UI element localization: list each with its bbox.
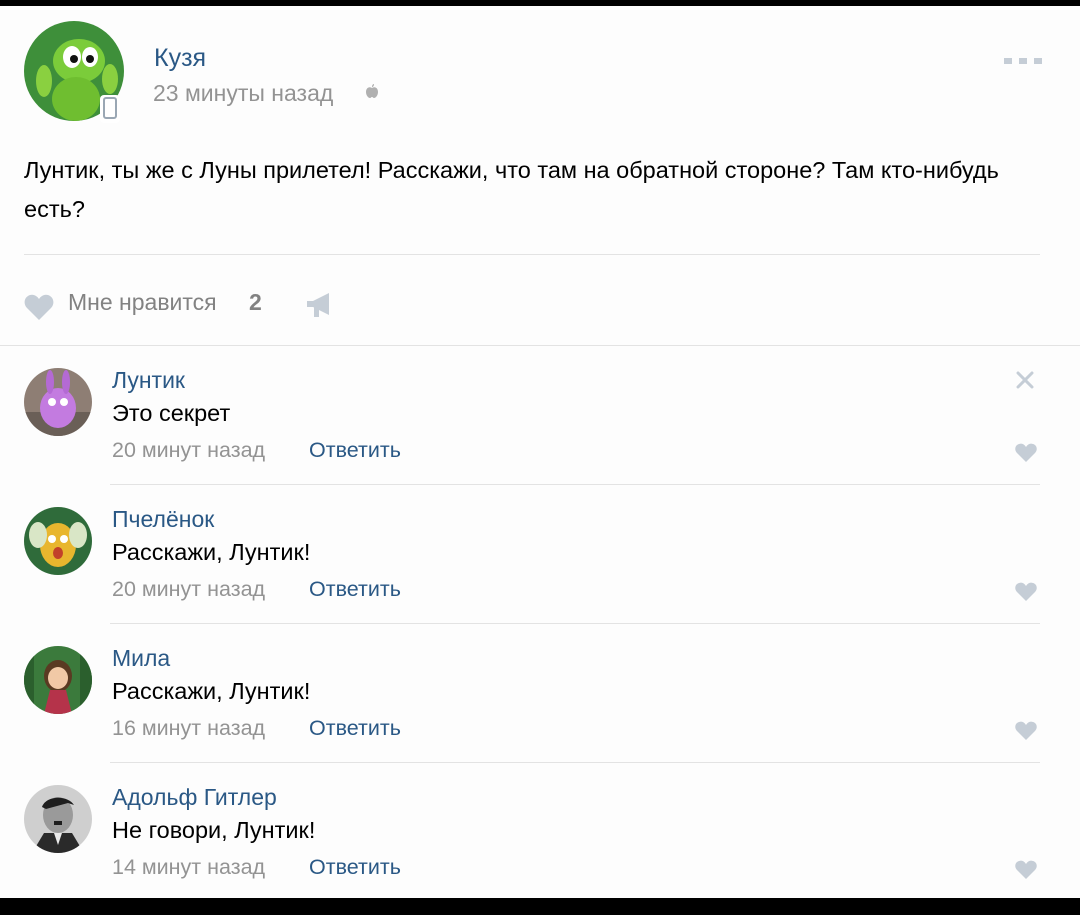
heart-icon[interactable]: [1015, 860, 1037, 879]
commenter-avatar[interactable]: [24, 507, 92, 575]
commenter-name[interactable]: Адольф Гитлер: [112, 784, 277, 811]
reply-button[interactable]: Ответить: [309, 577, 401, 602]
like-count: 2: [249, 289, 262, 315]
comment-timestamp[interactable]: 20 минут назад: [112, 438, 265, 463]
heart-icon[interactable]: [1015, 443, 1037, 462]
commenter-name[interactable]: Пчелёнок: [112, 506, 214, 533]
apple-icon: [366, 84, 378, 98]
heart-icon[interactable]: [1015, 721, 1037, 740]
comment-item: Лунтик Это секрет 20 минут назад Ответит…: [0, 346, 1080, 485]
mobile-badge-icon: [100, 95, 120, 123]
heart-icon[interactable]: [1015, 582, 1037, 601]
megaphone-icon[interactable]: [305, 290, 335, 320]
post-text: Лунтик, ты же с Луны прилетел! Расскажи,…: [24, 157, 999, 222]
commenter-avatar[interactable]: [24, 368, 92, 436]
reply-button[interactable]: Ответить: [309, 438, 401, 463]
comment-timestamp[interactable]: 16 минут назад: [112, 716, 265, 741]
comment-timestamp[interactable]: 14 минут назад: [112, 855, 265, 880]
comment-text: Не говори, Лунтик!: [112, 817, 316, 843]
reply-button[interactable]: Ответить: [309, 855, 401, 880]
commenter-name[interactable]: Лунтик: [112, 367, 185, 394]
like-button-label[interactable]: Мне нравится: [68, 289, 217, 316]
post-timestamp[interactable]: 23 минуты назад: [153, 80, 333, 107]
comment-item: Адольф Гитлер Не говори, Лунтик! 14 мину…: [0, 763, 1080, 901]
comment-timestamp[interactable]: 20 минут назад: [112, 577, 265, 602]
screen-frame: Кузя 23 минуты назад Лунтик, ты же с Лун…: [0, 0, 1080, 915]
commenter-avatar[interactable]: [24, 785, 92, 853]
commenter-name[interactable]: Мила: [112, 645, 170, 672]
comment-item: Мила Расскажи, Лунтик! 16 минут назад От…: [0, 624, 1080, 763]
close-icon[interactable]: [1015, 370, 1035, 390]
comment-text: Это секрет: [112, 400, 231, 426]
commenter-avatar[interactable]: [24, 646, 92, 714]
more-icon[interactable]: [1004, 54, 1042, 68]
reply-button[interactable]: Ответить: [309, 716, 401, 741]
comment-text: Расскажи, Лунтик!: [112, 539, 311, 565]
post-card: Кузя 23 минуты назад Лунтик, ты же с Лун…: [0, 6, 1080, 898]
comment-text: Расскажи, Лунтик!: [112, 678, 311, 704]
post-divider: [24, 254, 1040, 255]
heart-icon[interactable]: [24, 294, 54, 320]
post-author-name[interactable]: Кузя: [154, 44, 206, 73]
comment-item: Пчелёнок Расскажи, Лунтик! 20 минут наза…: [0, 485, 1080, 624]
